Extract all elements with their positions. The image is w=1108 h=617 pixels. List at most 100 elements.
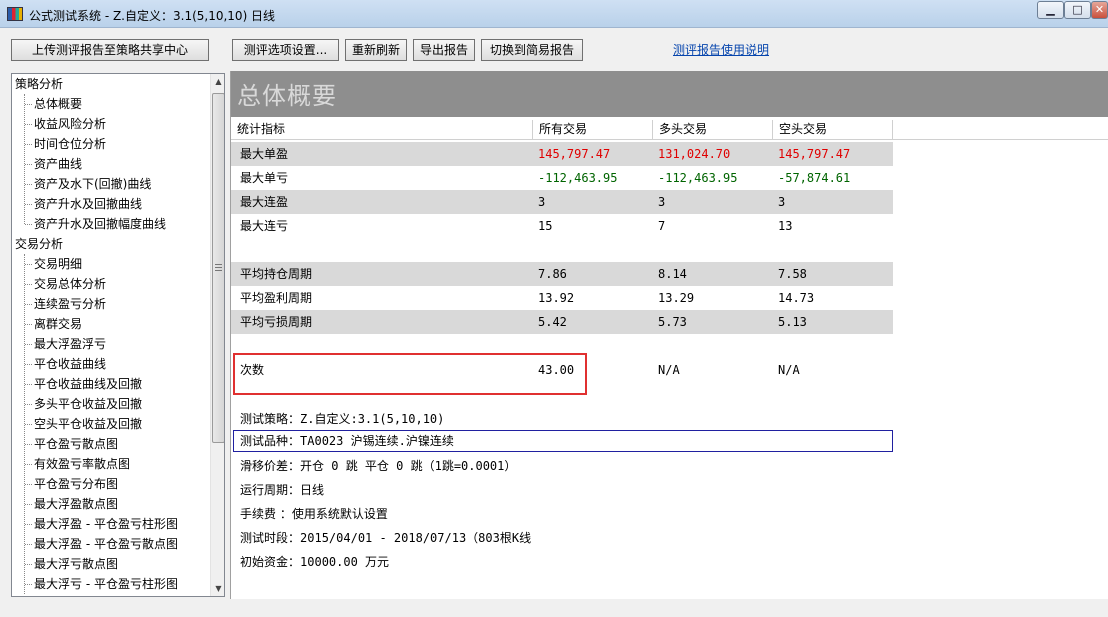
tree-scrollbar[interactable]: ▲ ▼	[210, 74, 224, 596]
table-row: 最大单亏 -112,463.95 -112,463.95 -57,874.61	[231, 166, 893, 190]
info-capital-label: 初始资金：	[240, 555, 301, 569]
info-slippage: 滑移价差：开仓 0 跳 平仓 0 跳（1跳=0.0001）	[240, 454, 516, 478]
column-header-metric[interactable]: 统计指标	[231, 120, 533, 140]
tree-item-equity-drawdown[interactable]: 资产及水下(回撤)曲线	[24, 174, 151, 194]
tree-item-max-float[interactable]: 最大浮盈浮亏	[24, 334, 106, 354]
tree-item-time-position[interactable]: 时间仓位分析	[24, 134, 106, 154]
value-short: -57,874.61	[778, 171, 851, 185]
report-panel: 总体概要 统计指标 所有交易 多头交易 空头交易 最大单盈 145,797.47…	[230, 71, 1108, 599]
info-capital: 初始资金：10000.00 万元	[240, 550, 389, 574]
tree-category-strategy[interactable]: 策略分析	[15, 74, 63, 94]
tree-item-overview[interactable]: 总体概要	[24, 94, 82, 114]
grip-icon	[215, 264, 222, 271]
column-header-short[interactable]: 空头交易	[773, 120, 893, 140]
row-label: 最大单亏	[240, 171, 289, 185]
info-period-value: 日线	[300, 483, 325, 497]
row-label: 平均盈利周期	[240, 291, 313, 305]
scroll-down-icon[interactable]: ▼	[211, 581, 224, 596]
info-fee-value: 使用系统默认设置	[291, 507, 388, 521]
tree-item-trade-detail[interactable]: 交易明细	[24, 254, 82, 274]
value-long: 8.14	[658, 267, 687, 281]
value-short: 13	[778, 219, 793, 233]
tree-item-outlier-trades[interactable]: 离群交易	[24, 314, 82, 334]
tree-item-equity-rise-drawdown[interactable]: 资产升水及回撤曲线	[24, 194, 142, 214]
tree-item-close-curve[interactable]: 平仓收益曲线	[24, 354, 106, 374]
row-label: 平均亏损周期	[240, 315, 313, 329]
tree-item-max-loss-scatter[interactable]: 最大浮亏散点图	[24, 554, 118, 574]
info-instrument-label: 测试品种：	[240, 434, 301, 448]
scrollbar-thumb[interactable]	[212, 93, 224, 443]
tree-item-long-close-drawdown[interactable]: 多头平仓收益及回撤	[24, 394, 142, 414]
row-label: 最大连盈	[240, 195, 289, 209]
info-strategy-value: Z.自定义:3.1(5,10,10)	[300, 412, 445, 426]
info-strategy-label: 测试策略：	[240, 412, 301, 426]
table-row: 平均盈利周期 13.92 13.29 14.73	[231, 286, 893, 310]
value-short: 7.58	[778, 267, 807, 281]
tree-item-close-curve-drawdown[interactable]: 平仓收益曲线及回撤	[24, 374, 142, 394]
scroll-up-icon[interactable]: ▲	[211, 74, 224, 89]
close-button[interactable]: ✕	[1091, 1, 1108, 19]
app-icon	[7, 7, 23, 21]
info-range-value: 2015/04/01 - 2018/07/13（803根K线	[300, 531, 532, 545]
info-instrument: 测试品种：TA0023 沪锡连续.沪镍连续	[240, 429, 454, 453]
row-label: 最大连亏	[240, 219, 289, 233]
value-long: 13.29	[658, 291, 695, 305]
value-all: 7.86	[538, 267, 567, 281]
column-header-long[interactable]: 多头交易	[653, 120, 773, 140]
upload-report-button[interactable]: 上传测评报告至策略共享中心	[11, 39, 209, 61]
value-all: 13.92	[538, 291, 575, 305]
tree-item-effective-pnl-scatter[interactable]: 有效盈亏率散点图	[24, 454, 130, 474]
tree-item-max-profit-scatter[interactable]: 最大浮盈散点图	[24, 494, 118, 514]
row-label: 平均持仓周期	[240, 267, 313, 281]
header-filler	[893, 120, 1108, 140]
tree-item-close-pnl-scatter[interactable]: 平仓盈亏散点图	[24, 434, 118, 454]
tree-item-equity-rise-drawdown-range[interactable]: 资产升水及回撤幅度曲线	[24, 214, 166, 234]
value-short: 5.13	[778, 315, 807, 329]
value-short: 14.73	[778, 291, 815, 305]
report-title: 总体概要	[237, 82, 337, 110]
toolbar: 上传测评报告至策略共享中心 测评选项设置... 重新刷新 导出报告 切换到简易报…	[0, 29, 1108, 69]
report-options-button[interactable]: 测评选项设置...	[232, 39, 339, 61]
table-row: 最大连盈 3 3 3	[231, 190, 893, 214]
report-banner: 总体概要	[231, 71, 1108, 117]
tree-item-consecutive-pnl[interactable]: 连续盈亏分析	[24, 294, 106, 314]
value-long: 131,024.70	[658, 147, 731, 161]
tree-item-max-profit-pnl-scatter[interactable]: 最大浮盈 - 平仓盈亏散点图	[25, 534, 178, 554]
tree-item-max-loss-bar[interactable]: 最大浮亏 - 平仓盈亏柱形图	[25, 574, 178, 594]
report-help-link[interactable]: 测评报告使用说明	[673, 41, 769, 58]
refresh-button[interactable]: 重新刷新	[345, 39, 407, 61]
info-slippage-value: 开仓 0 跳 平仓 0 跳（1跳=0.0001）	[300, 459, 517, 473]
tree-item-trade-summary[interactable]: 交易总体分析	[24, 274, 106, 294]
value-short: N/A	[778, 363, 800, 377]
value-all: 15	[538, 219, 553, 233]
tree-item-return-risk[interactable]: 收益风险分析	[24, 114, 106, 134]
info-strategy: 测试策略：Z.自定义:3.1(5,10,10)	[240, 407, 444, 431]
value-all: -112,463.95	[538, 171, 618, 185]
value-long: 7	[658, 219, 666, 233]
tree-category-trade[interactable]: 交易分析	[15, 234, 63, 254]
value-short: 3	[778, 195, 786, 209]
value-long: 5.73	[658, 315, 687, 329]
window-titlebar: 公式测试系统 - Z.自定义：3.1(5,10,10) 日线 ▁ □ ✕	[0, 0, 1108, 28]
minimize-button[interactable]: ▁	[1037, 1, 1064, 19]
column-header-all[interactable]: 所有交易	[533, 120, 653, 140]
info-capital-value: 10000.00 万元	[300, 555, 390, 569]
value-all: 5.42	[538, 315, 567, 329]
count-highlight-box	[233, 353, 587, 395]
tree-item-equity-curve[interactable]: 资产曲线	[24, 154, 82, 174]
info-slippage-label: 滑移价差：	[240, 459, 301, 473]
tree-item-max-profit-bar[interactable]: 最大浮盈 - 平仓盈亏柱形图	[25, 514, 178, 534]
analysis-tree: 策略分析 总体概要 收益风险分析 时间仓位分析 资产曲线 资产及水下(回撤)曲线…	[12, 74, 210, 596]
info-period: 运行周期：日线	[240, 478, 324, 502]
switch-simple-report-button[interactable]: 切换到简易报告	[481, 39, 583, 61]
info-range-label: 测试时段：	[240, 531, 301, 545]
info-instrument-value: TA0023 沪锡连续.沪镍连续	[300, 434, 454, 448]
export-report-button[interactable]: 导出报告	[413, 39, 475, 61]
info-range: 测试时段：2015/04/01 - 2018/07/13（803根K线	[240, 526, 531, 550]
maximize-button[interactable]: □	[1064, 1, 1091, 19]
tree-item-close-pnl-distribution[interactable]: 平仓盈亏分布图	[24, 474, 118, 494]
window-title: 公式测试系统 - Z.自定义：3.1(5,10,10) 日线	[29, 9, 276, 23]
table-row: 最大单盈 145,797.47 131,024.70 145,797.47	[231, 142, 893, 166]
tree-item-short-close-drawdown[interactable]: 空头平仓收益及回撤	[24, 414, 142, 434]
value-short: 145,797.47	[778, 147, 851, 161]
